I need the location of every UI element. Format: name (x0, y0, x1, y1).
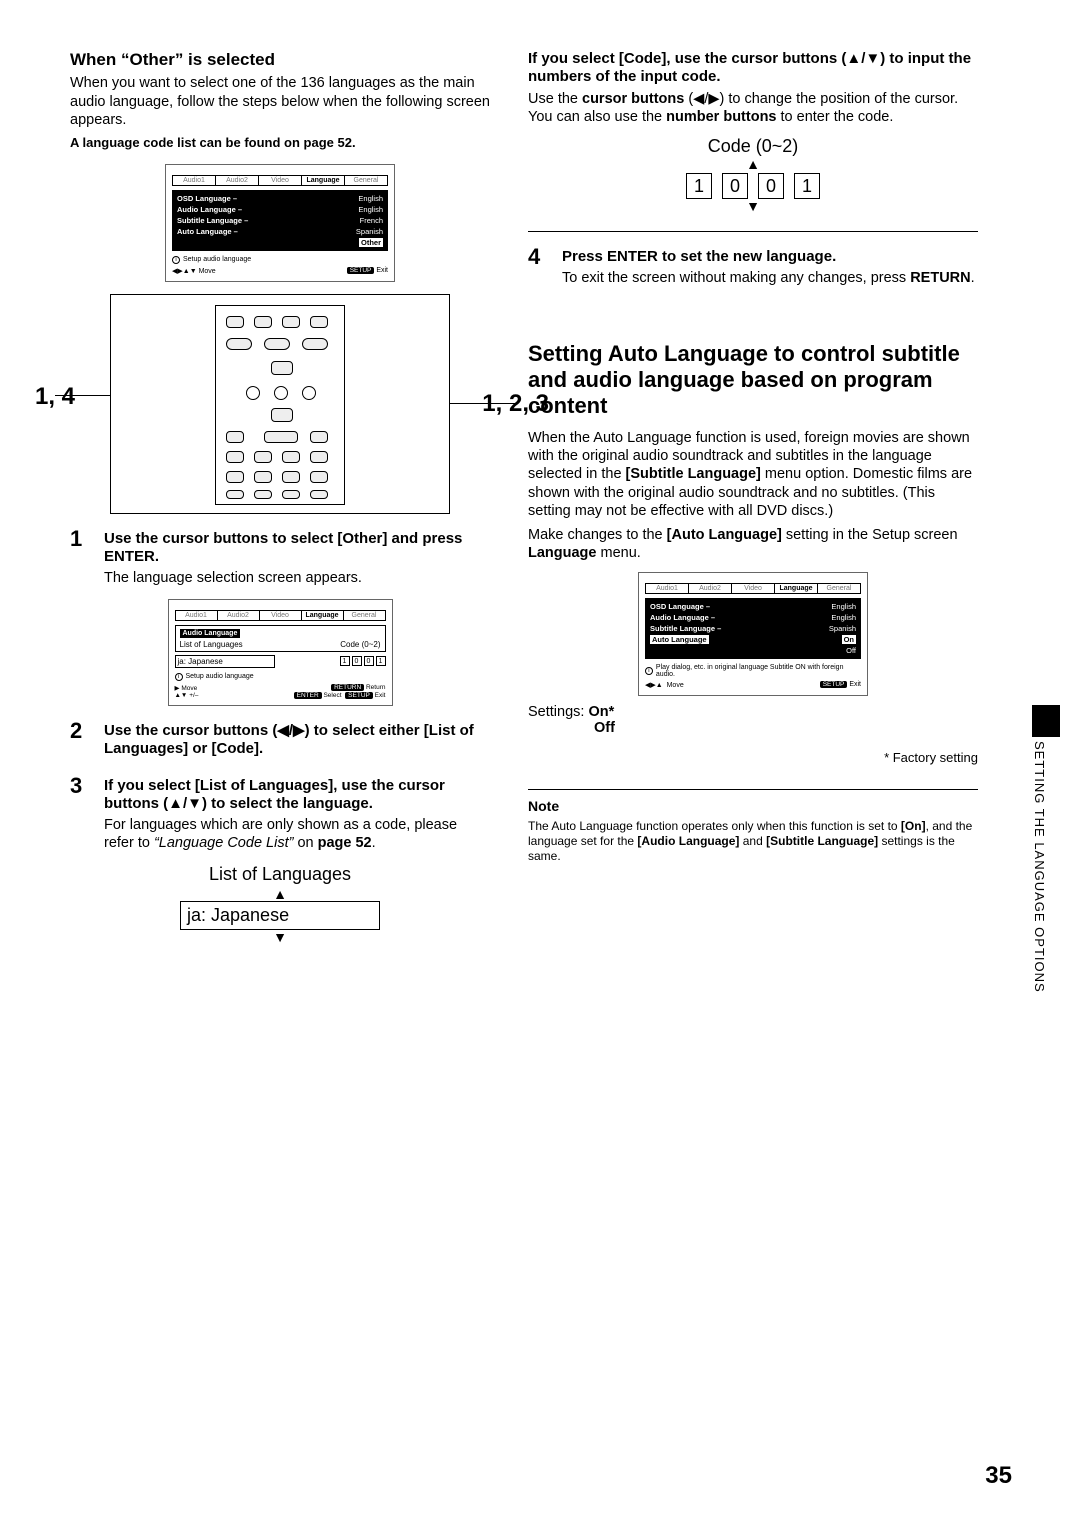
tab: Audio2 (216, 176, 259, 185)
step-4-title: Press ENTER to set the new language. (562, 248, 978, 266)
callout-right: 1, 2, 3 (482, 390, 549, 418)
down-arrow-icon: ▼ (653, 199, 853, 213)
step-4: 4 Press ENTER to set the new language. T… (528, 246, 978, 287)
tab: General (345, 176, 387, 185)
setup-screen-3: Audio1 Audio2 Video Language General OSD… (638, 572, 868, 696)
step-1-desc: The language selection screen appears. (104, 569, 490, 587)
callout-left: 1, 4 (35, 383, 75, 411)
setup-screen-2: Audio1 Audio2 Video Language General Aud… (168, 599, 393, 706)
step-4-desc: To exit the screen without making any ch… (562, 269, 978, 287)
up-arrow-icon: ▲ (180, 887, 380, 901)
auto-language-heading: Setting Auto Language to control subtitl… (528, 341, 978, 419)
list-of-languages-diagram: List of Languages ▲ ja: Japanese ▼ (180, 864, 380, 944)
step-3-desc: For languages which are only shown as a … (104, 816, 490, 852)
side-tab: SETTING THE LANGUAGE OPTIONS (1032, 705, 1060, 1105)
note-block: Note The Auto Language function operates… (528, 789, 978, 864)
step-2-title: Use the cursor buttons (◀/▶) to select e… (104, 722, 490, 758)
auto-language-p2: Make changes to the [Auto Language] sett… (528, 526, 978, 562)
left-heading: When “Other” is selected (70, 50, 490, 70)
left-list-note: A language code list can be found on pag… (70, 135, 490, 150)
left-column: When “Other” is selected When you want t… (70, 50, 490, 956)
factory-setting-note: * Factory setting (528, 750, 978, 765)
highlighted-option: Other (359, 238, 383, 247)
up-arrow-icon: ▲ (653, 157, 853, 171)
tab: Video (259, 176, 302, 185)
auto-language-p1: When the Auto Language function is used,… (528, 429, 978, 520)
tab-selected: Language (302, 176, 345, 185)
code-desc: Use the cursor buttons (◀/▶) to change t… (528, 90, 978, 126)
down-arrow-icon: ▼ (180, 930, 380, 944)
step-3: 3 If you select [List of Languages], use… (70, 775, 490, 852)
code-input-diagram: Code (0~2) ▲ 1 0 0 1 ▼ (653, 136, 853, 213)
right-column: If you select [Code], use the cursor but… (528, 50, 978, 956)
remote-diagram: 1, 4 1, 2, 3 (110, 294, 450, 514)
tab: Audio1 (173, 176, 216, 185)
step-2: 2 Use the cursor buttons (◀/▶) to select… (70, 720, 490, 761)
left-intro: When you want to select one of the 136 l… (70, 74, 490, 128)
step-3-title: If you select [List of Languages], use t… (104, 777, 490, 813)
page-number: 35 (985, 1462, 1012, 1490)
step-1-title: Use the cursor buttons to select [Other]… (104, 530, 490, 566)
settings-summary: Settings: On* Off (528, 704, 978, 736)
step-1: 1 Use the cursor buttons to select [Othe… (70, 528, 490, 587)
setup-screen-1: Audio1 Audio2 Video Language General OSD… (165, 164, 395, 282)
code-heading: If you select [Code], use the cursor but… (528, 50, 978, 86)
